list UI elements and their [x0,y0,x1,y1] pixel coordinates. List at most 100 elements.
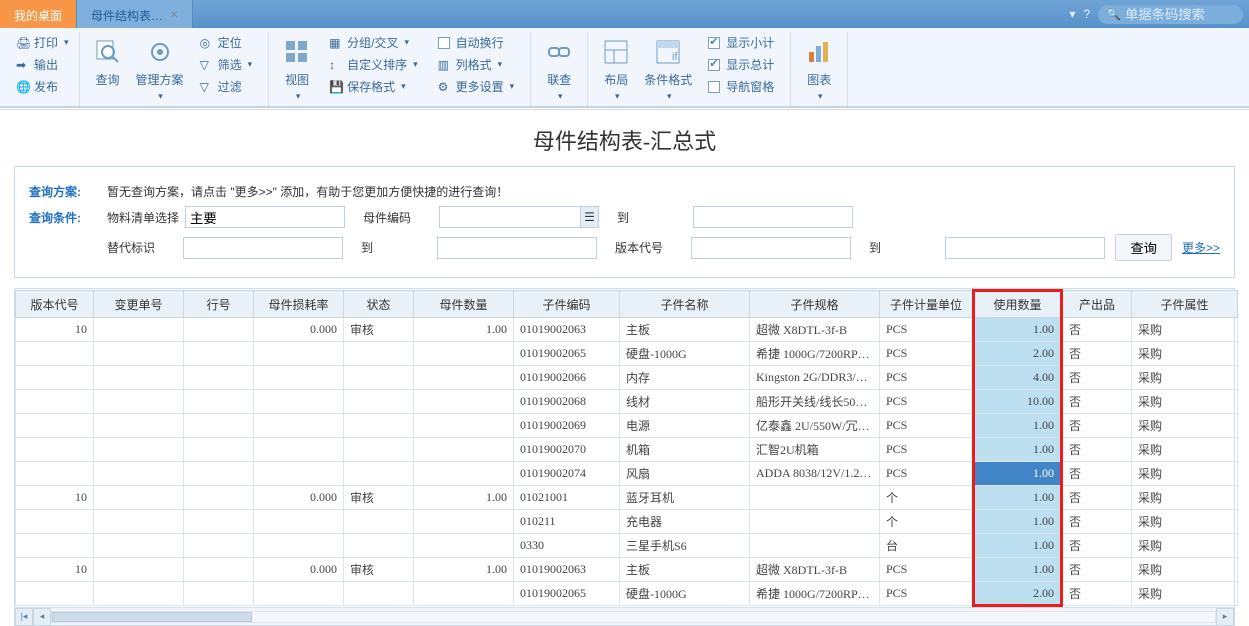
cell-pqty[interactable] [414,582,514,606]
cell-state[interactable] [344,582,414,606]
cell-pqty[interactable] [414,462,514,486]
cell-ccode[interactable]: 0330 [514,534,620,558]
cell-cspec[interactable]: 希捷 1000G/7200RP… [750,582,880,606]
cell-chg[interactable] [94,534,184,558]
cell-pqty[interactable] [414,534,514,558]
cell-chg[interactable] [94,510,184,534]
cell-loss[interactable]: 0.000 [254,486,344,510]
cell-output[interactable]: 否 [1062,342,1132,366]
cell-useqty[interactable]: 1.00 [974,414,1062,438]
col-ccode[interactable]: 子件编码 [514,291,620,318]
cell-ccode[interactable]: 01021001 [514,486,620,510]
col-output[interactable]: 产出品 [1062,291,1132,318]
cell-cspec[interactable] [750,510,880,534]
col-rownum[interactable]: 行号 [184,291,254,318]
cell-cname[interactable]: 机箱 [620,438,750,462]
cell-cspec[interactable]: 希捷 1000G/7200RP… [750,342,880,366]
help-icon[interactable]: ? [1083,7,1090,21]
table-row[interactable]: 01019002068线材船形开关线/线长50…PCS10.00否采购 [16,390,1238,414]
cell-useqty[interactable]: 2.00 [974,582,1062,606]
cell-cspec[interactable]: 超微 X8DTL-3f-B [750,318,880,342]
cell-state[interactable]: 审核 [344,486,414,510]
col-chg[interactable]: 变更单号 [94,291,184,318]
cell-cattr[interactable]: 采购 [1132,318,1238,342]
table-row[interactable]: 01019002066内存Kingston 2G/DDR3/…PCS4.00否采… [16,366,1238,390]
cell-pqty[interactable]: 1.00 [414,486,514,510]
menu-dropdown-icon[interactable]: ▾ [1069,7,1075,21]
cell-output[interactable]: 否 [1062,366,1132,390]
cell-chg[interactable] [94,486,184,510]
cell-cattr[interactable]: 采购 [1132,558,1238,582]
col-cattr[interactable]: 子件属性 [1132,291,1238,318]
cell-ccode[interactable]: 01019002066 [514,366,620,390]
cell-output[interactable]: 否 [1062,510,1132,534]
cell-cattr[interactable]: 采购 [1132,414,1238,438]
cell-ccode[interactable]: 01019002063 [514,318,620,342]
col-ver[interactable]: 版本代号 [16,291,94,318]
cell-useqty[interactable]: 1.00 [974,318,1062,342]
tab-desktop[interactable]: 我的桌面 [0,0,77,28]
cell-output[interactable]: 否 [1062,318,1132,342]
cell-pqty[interactable] [414,366,514,390]
scroll-thumb[interactable] [52,612,252,622]
cell-loss[interactable] [254,534,344,558]
search-field[interactable]: 🔍 [1098,5,1243,24]
cell-cspec[interactable] [750,534,880,558]
plan-button[interactable]: 管理方案 [130,32,190,106]
clear-filter-button[interactable]: ▽过滤 [196,76,257,97]
cell-state[interactable] [344,414,414,438]
cell-cname[interactable]: 充电器 [620,510,750,534]
cell-chg[interactable] [94,414,184,438]
cell-loss[interactable] [254,366,344,390]
cell-cattr[interactable]: 采购 [1132,582,1238,606]
cell-rownum[interactable] [184,462,254,486]
cell-ccode[interactable]: 01019002069 [514,414,620,438]
cell-cattr[interactable]: 采购 [1132,438,1238,462]
cell-ver[interactable]: 10 [16,318,94,342]
cell-chg[interactable] [94,462,184,486]
cell-ccode[interactable]: 01019002070 [514,438,620,462]
cell-useqty[interactable]: 10.00 [974,390,1062,414]
cell-loss[interactable]: 0.000 [254,318,344,342]
cell-chg[interactable] [94,558,184,582]
cell-pqty[interactable] [414,438,514,462]
cell-rownum[interactable] [184,582,254,606]
custom-sort-button[interactable]: ↕自定义排序 [325,54,422,75]
cell-cattr[interactable]: 采购 [1132,534,1238,558]
cell-loss[interactable] [254,414,344,438]
cell-cunit[interactable]: PCS [880,318,974,342]
parent-code-input[interactable] [439,206,599,228]
cell-ver[interactable] [16,366,94,390]
cell-ccode[interactable]: 01019002065 [514,582,620,606]
table-row[interactable]: 100.000审核1.0001019002063主板超微 X8DTL-3f-BP… [16,558,1238,582]
cell-state[interactable] [344,366,414,390]
cell-cunit[interactable]: PCS [880,390,974,414]
cell-cname[interactable]: 硬盘-1000G [620,342,750,366]
query-button[interactable]: 查询 [86,32,130,106]
cell-ver[interactable] [16,438,94,462]
cell-cattr[interactable]: 采购 [1132,390,1238,414]
filter-button[interactable]: ▽筛选 [196,54,257,75]
cond-format-button[interactable]: if 条件格式 [638,32,698,106]
sub-input[interactable] [183,237,343,259]
cell-chg[interactable] [94,390,184,414]
cell-ver[interactable] [16,414,94,438]
cell-loss[interactable] [254,390,344,414]
cell-output[interactable]: 否 [1062,558,1132,582]
cell-state[interactable] [344,342,414,366]
cell-cunit[interactable]: PCS [880,366,974,390]
cell-state[interactable]: 审核 [344,318,414,342]
cell-cattr[interactable]: 采购 [1132,366,1238,390]
table-row[interactable]: 010211充电器个1.00否采购 [16,510,1238,534]
cell-pqty[interactable] [414,390,514,414]
scroll-first-icon[interactable]: |◂ [15,608,33,626]
cell-cspec[interactable]: 亿泰鑫 2U/550W/冗… [750,414,880,438]
cell-ver[interactable] [16,390,94,414]
cell-pqty[interactable]: 1.00 [414,558,514,582]
cell-state[interactable] [344,534,414,558]
col-cunit[interactable]: 子件计量单位 [880,291,974,318]
cell-loss[interactable]: 0.000 [254,558,344,582]
autowrap-toggle[interactable]: 自动换行 [434,32,519,53]
cell-cunit[interactable]: PCS [880,462,974,486]
cell-chg[interactable] [94,342,184,366]
